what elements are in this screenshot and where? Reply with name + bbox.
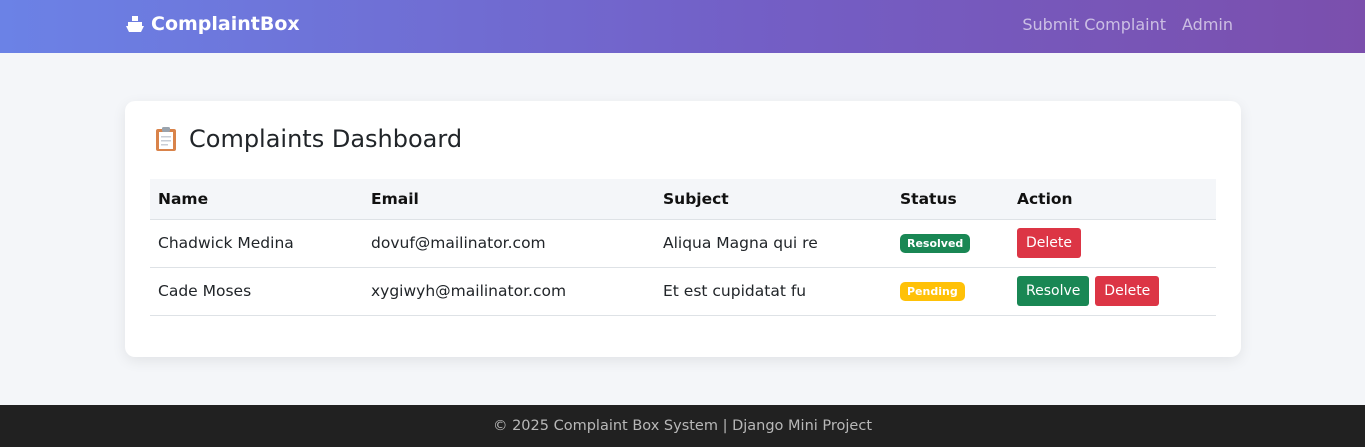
status-badge: Pending <box>900 282 965 301</box>
nav-links: Submit Complaint Admin <box>1022 15 1233 34</box>
cell-status: Resolved <box>892 219 1009 268</box>
cell-email: dovuf@mailinator.com <box>363 219 655 268</box>
brand-name: ComplaintBox <box>151 13 300 35</box>
table-row: Chadwick Medina dovuf@mailinator.com Ali… <box>150 219 1216 268</box>
cell-status: Pending <box>892 267 1009 316</box>
cell-name: Cade Moses <box>150 267 363 316</box>
column-header-status: Status <box>892 179 1009 220</box>
cell-subject: Aliqua Magna qui re <box>655 219 892 268</box>
brand-link[interactable]: ComplaintBox <box>125 13 300 35</box>
resolve-button[interactable]: Resolve <box>1017 276 1090 306</box>
clipboard-icon <box>156 127 176 151</box>
column-header-name: Name <box>150 179 363 220</box>
ship-icon <box>126 16 144 32</box>
table-row: Cade Moses xygiwyh@mailinator.com Et est… <box>150 267 1216 316</box>
nav-link-admin[interactable]: Admin <box>1182 15 1233 34</box>
complaints-table: Name Email Subject Status Action Chadwic… <box>150 179 1216 316</box>
footer: © 2025 Complaint Box System | Django Min… <box>0 405 1365 447</box>
delete-button[interactable]: Delete <box>1017 228 1081 258</box>
cell-subject: Et est cupidatat fu <box>655 267 892 316</box>
nav-link-submit-complaint[interactable]: Submit Complaint <box>1022 15 1166 34</box>
page-title-text: Complaints Dashboard <box>189 125 463 153</box>
column-header-email: Email <box>363 179 655 220</box>
cell-email: xygiwyh@mailinator.com <box>363 267 655 316</box>
table-header-row: Name Email Subject Status Action <box>150 179 1216 220</box>
column-header-subject: Subject <box>655 179 892 220</box>
cell-action: Resolve Delete <box>1009 267 1216 316</box>
cell-name: Chadwick Medina <box>150 219 363 268</box>
column-header-action: Action <box>1009 179 1216 220</box>
footer-text: © 2025 Complaint Box System | Django Min… <box>492 418 873 434</box>
cell-action: Delete <box>1009 219 1216 268</box>
status-badge: Resolved <box>900 234 971 253</box>
dashboard-card: Complaints Dashboard Name Email Subject … <box>125 101 1241 357</box>
page-title: Complaints Dashboard <box>155 125 462 153</box>
navbar: ComplaintBox Submit Complaint Admin <box>0 0 1365 53</box>
delete-button[interactable]: Delete <box>1095 276 1160 306</box>
